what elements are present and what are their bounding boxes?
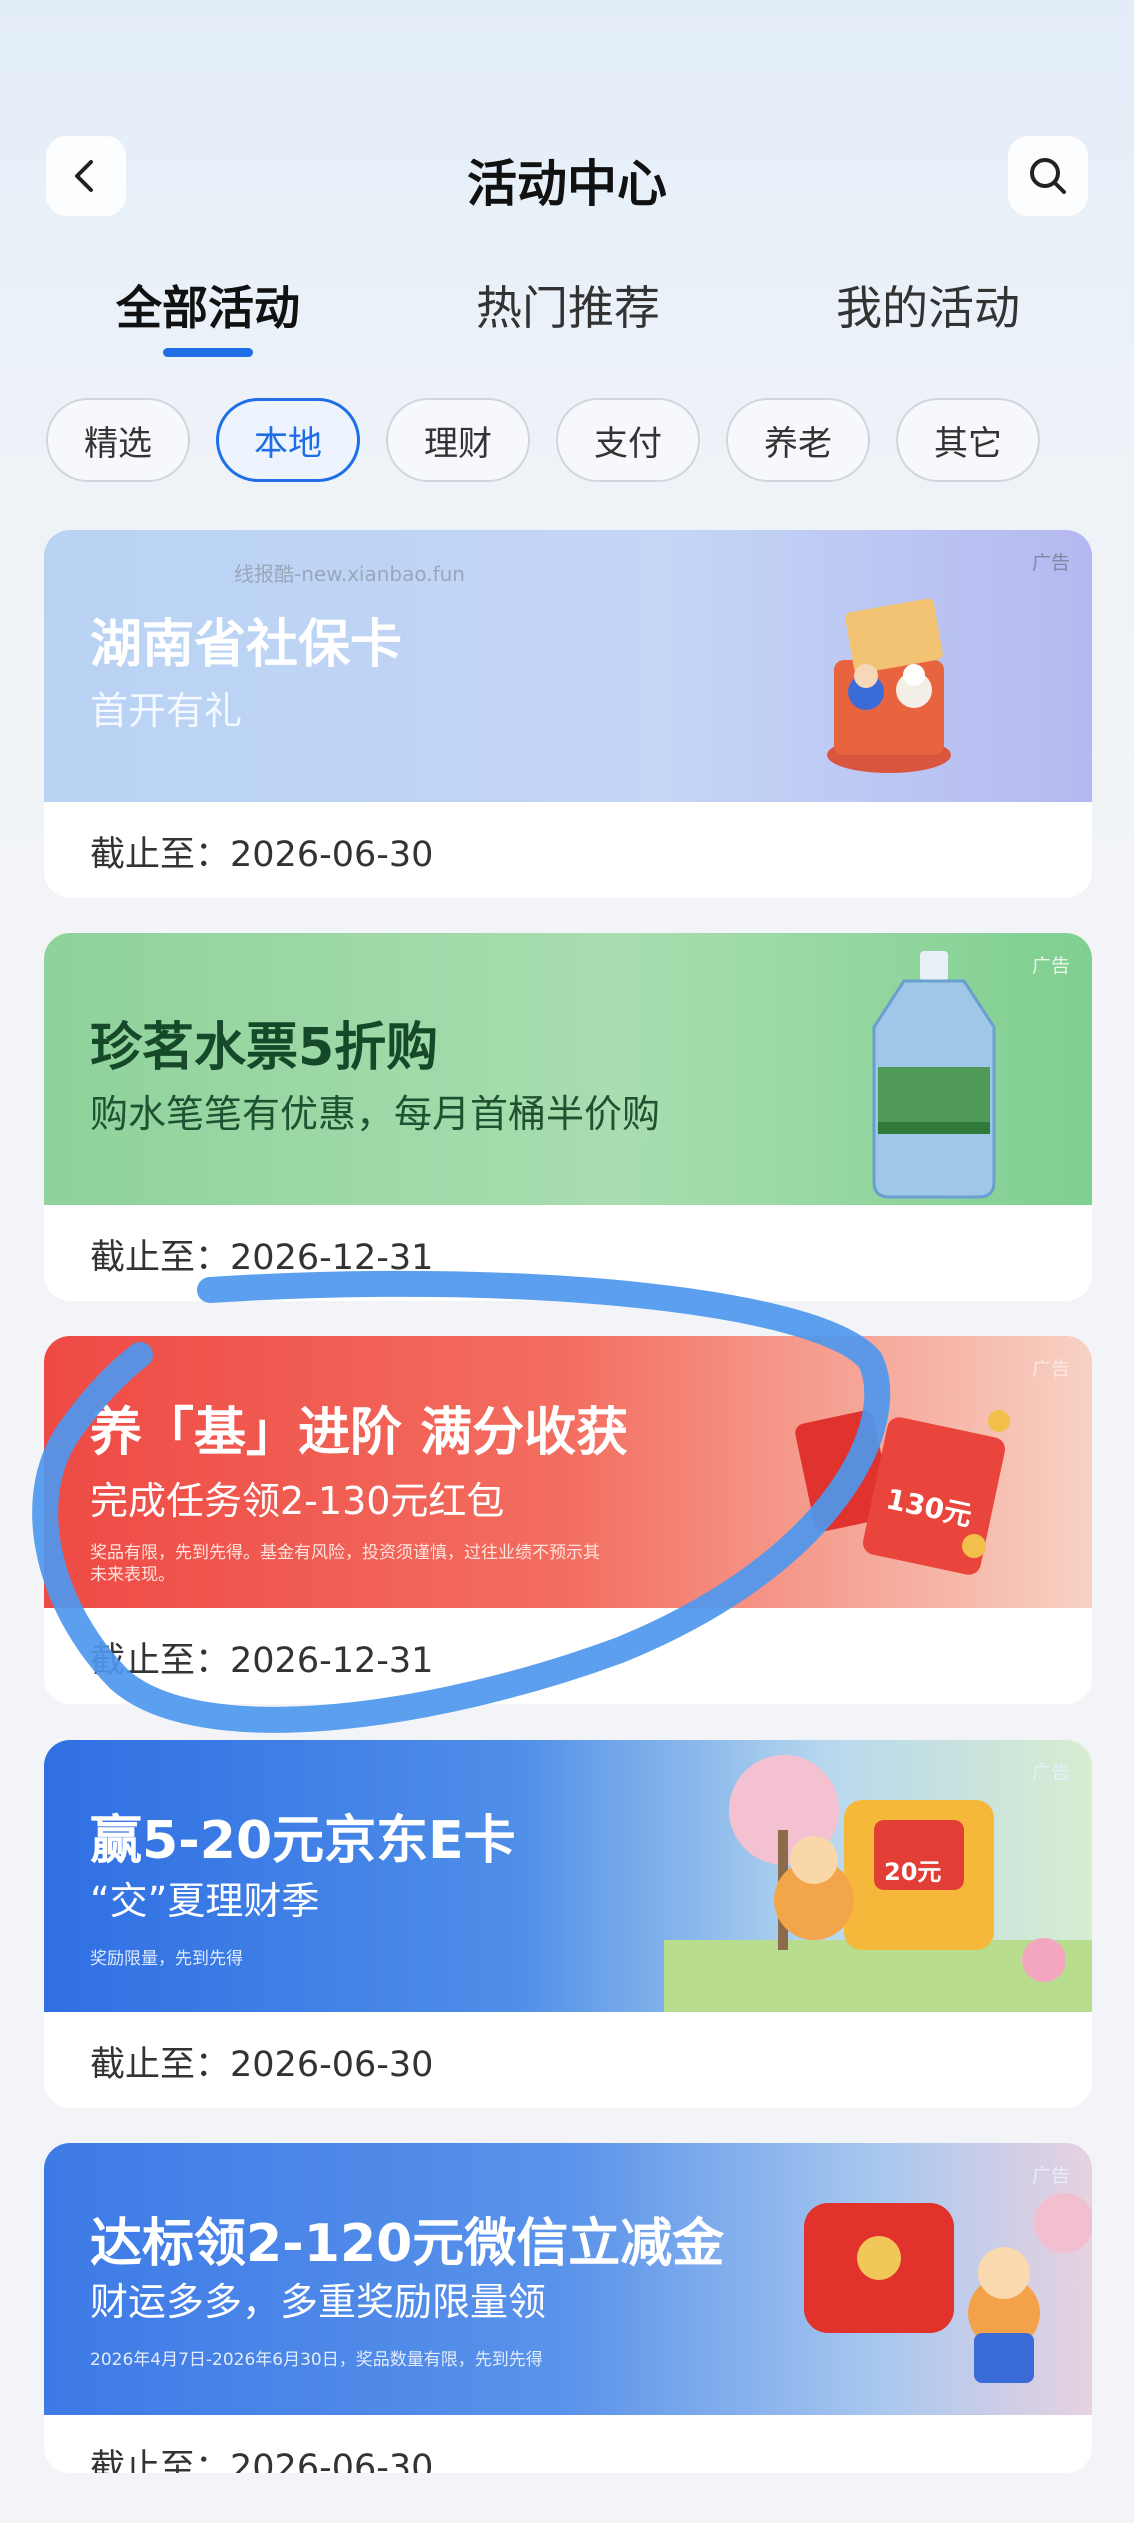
mascot-prize-illustration — [664, 1755, 1092, 2012]
card-banner: 广告 达标领2-120元微信立减金 财运多多，多重奖励限量领 2026年4月7日… — [44, 2143, 1092, 2415]
page-title: 活动中心 — [467, 155, 667, 213]
deadline-date: 2026-06-30 — [230, 2448, 434, 2473]
filter-chip-pension[interactable]: 养老 — [726, 398, 870, 482]
activity-card-wechat-voucher[interactable]: 广告 达标领2-120元微信立减金 财运多多，多重奖励限量领 2026年4月7日… — [44, 2143, 1092, 2473]
deadline-text: 截止至：2026-06-30 — [90, 2439, 433, 2473]
filter-chip-featured[interactable]: 精选 — [46, 398, 190, 482]
deadline-label: 截止至： — [90, 2448, 231, 2473]
card-banner: 线报酷-new.xianbao.fun 广告 湖南省社保卡 首开有礼 — [44, 530, 1092, 802]
activity-card-water-ticket[interactable]: 广告 珍茗水票5折购 购水笔笔有优惠，每月首桶半价购 截止至：2026-12-3… — [44, 933, 1092, 1301]
deadline-date: 2026-12-31 — [230, 1238, 434, 1278]
deadline-date: 2026-06-30 — [230, 835, 434, 875]
filter-chip-payment[interactable]: 支付 — [556, 398, 700, 482]
deadline-text: 截止至：2026-12-31 — [90, 1632, 433, 1683]
card-banner: 广告 赢5-20元京东E卡 “交”夏理财季 奖励限量，先到先得 20元 — [44, 1740, 1092, 2012]
active-tab-indicator — [163, 348, 253, 357]
deadline-date: 2026-06-30 — [230, 2045, 434, 2085]
card-banner: 广告 珍茗水票5折购 购水笔笔有优惠，每月首桶半价购 — [44, 933, 1092, 1205]
tab-my-activities[interactable]: 我的活动 — [778, 272, 1078, 338]
card-subtitle: 首开有礼 — [90, 689, 243, 733]
deadline-text: 截止至：2026-12-31 — [90, 1229, 433, 1280]
card-title: 湖南省社保卡 — [90, 615, 403, 675]
card-banner: 广告 养「基」进阶 满分收获 完成任务领2-130元红包 奖品有限，先到先得。基… — [44, 1336, 1092, 1608]
deadline-text: 截止至：2026-06-30 — [90, 2036, 433, 2087]
prize-badge: 20元 — [884, 1858, 942, 1886]
search-icon — [1030, 158, 1066, 194]
watermark-text: 线报酷-new.xianbao.fun — [234, 562, 465, 586]
ad-label: 广告 — [1031, 552, 1070, 574]
deadline-label: 截止至： — [90, 2045, 231, 2085]
activity-card-social-security[interactable]: 线报酷-new.xianbao.fun 广告 湖南省社保卡 首开有礼 截止至：2… — [44, 530, 1092, 898]
card-title: 养「基」进阶 满分收获 — [90, 1403, 629, 1463]
gift-box-illustration — [827, 598, 951, 773]
card-fine-print: 奖励限量，先到先得 — [90, 1949, 243, 1969]
deadline-label: 截止至： — [90, 1238, 231, 1278]
ad-label: 广告 — [1031, 955, 1070, 977]
filter-chip-finance[interactable]: 理财 — [386, 398, 530, 482]
search-button[interactable] — [1008, 136, 1088, 216]
tab-hot-recommend[interactable]: 热门推荐 — [418, 272, 718, 338]
card-subtitle: 完成任务领2-130元红包 — [90, 1479, 505, 1523]
card-title: 达标领2-120元微信立减金 — [90, 2214, 725, 2274]
deadline-date: 2026-12-31 — [230, 1641, 434, 1681]
activity-card-fund-upgrade[interactable]: 广告 养「基」进阶 满分收获 完成任务领2-130元红包 奖品有限，先到先得。基… — [44, 1336, 1092, 1704]
ad-label: 广告 — [1031, 1358, 1070, 1380]
filter-chip-other[interactable]: 其它 — [896, 398, 1040, 482]
filter-chip-local[interactable]: 本地 — [216, 398, 360, 482]
red-pouch-mascot-illustration — [804, 2193, 1092, 2383]
deadline-label: 截止至： — [90, 835, 231, 875]
tab-all-activities[interactable]: 全部活动 — [58, 272, 358, 338]
card-subtitle: 购水笔笔有优惠，每月首桶半价购 — [90, 1092, 661, 1136]
deadline-label: 截止至： — [90, 1641, 231, 1681]
card-title: 珍茗水票5折购 — [90, 1018, 439, 1078]
card-subtitle: 财运多多，多重奖励限量领 — [90, 2280, 547, 2324]
activity-card-jd-ecard[interactable]: 广告 赢5-20元京东E卡 “交”夏理财季 奖励限量，先到先得 20元 截止至：… — [44, 1740, 1092, 2108]
card-subtitle: “交”夏理财季 — [90, 1879, 320, 1923]
deadline-text: 截止至：2026-06-30 — [90, 826, 433, 877]
card-title: 赢5-20元京东E卡 — [90, 1811, 516, 1871]
card-fine-print: 奖品有限，先到先得。基金有风险，投资须谨慎，过往业绩不预示其未来表现。 — [90, 1543, 600, 1585]
card-fine-print: 2026年4月7日-2026年6月30日，奖品数量有限，先到先得 — [90, 2350, 543, 2370]
water-bottle-illustration — [872, 951, 996, 1199]
